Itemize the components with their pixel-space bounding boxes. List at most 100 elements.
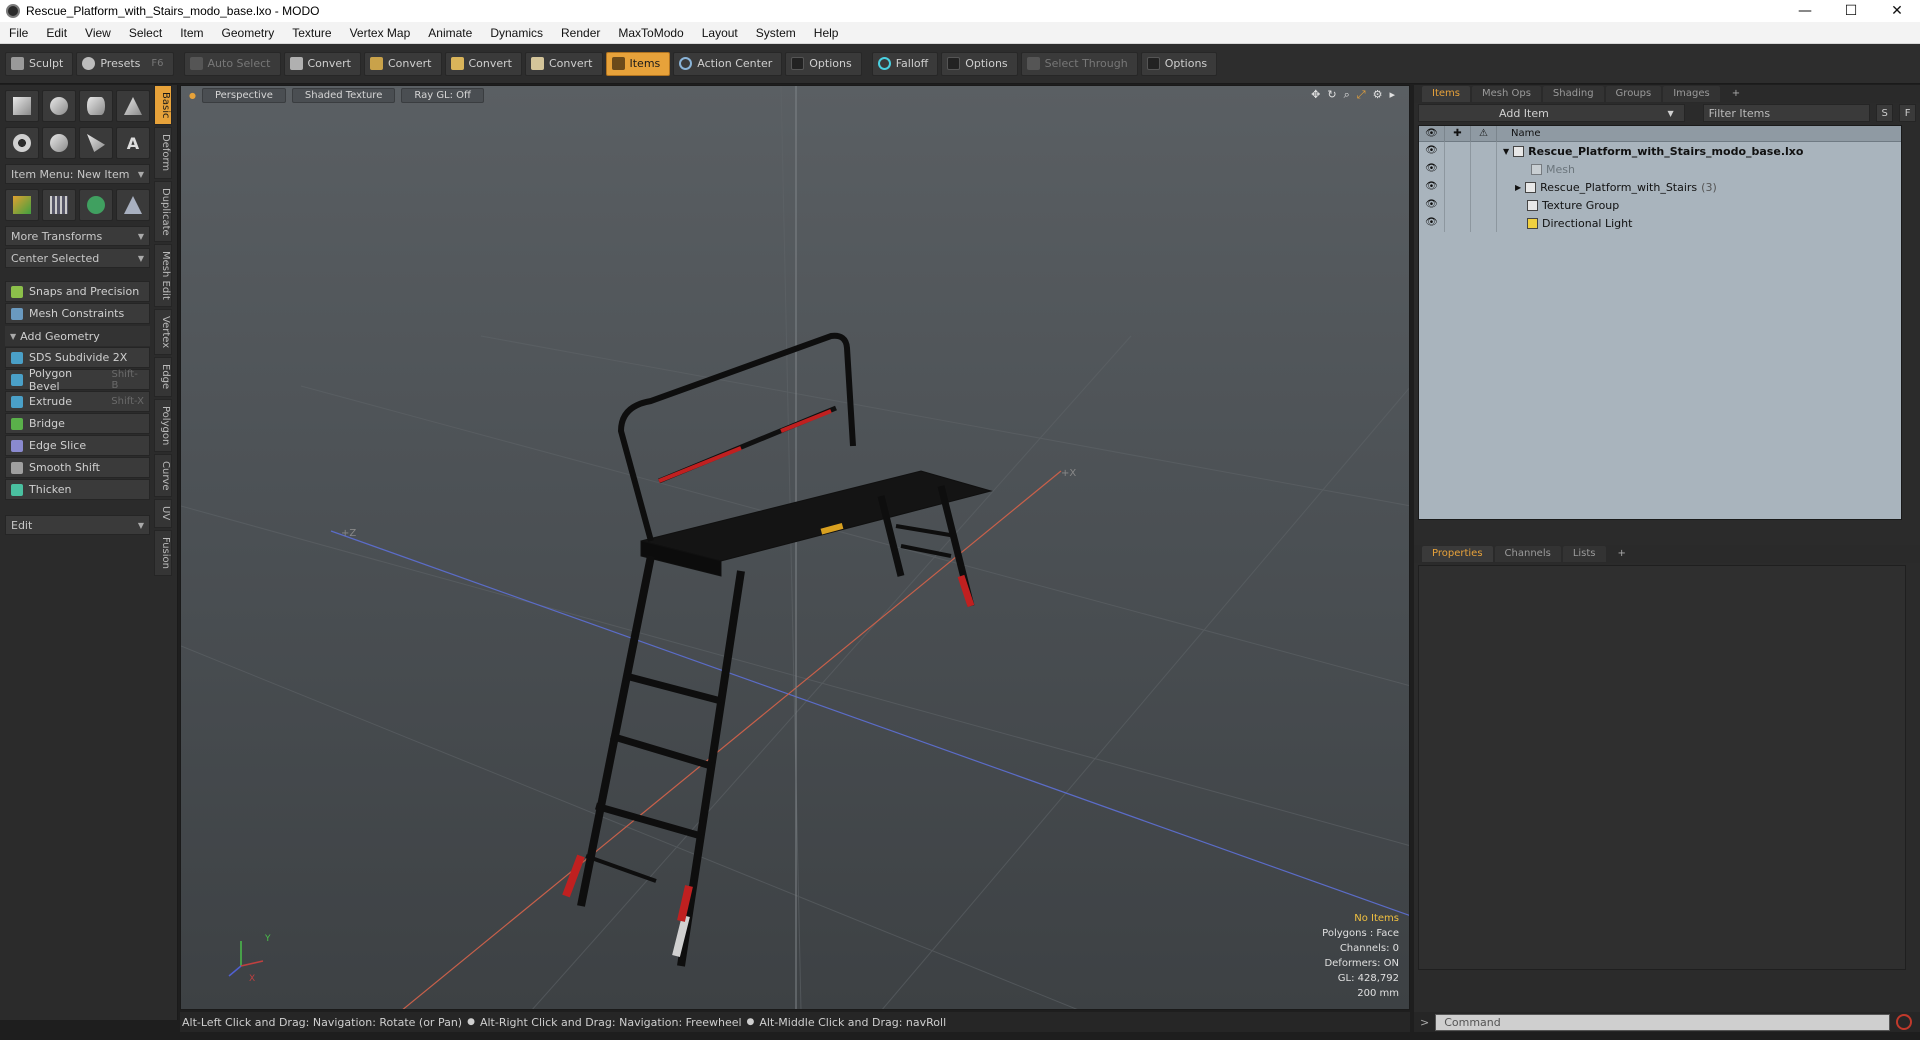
smooth-shift-button[interactable]: Smooth Shift bbox=[5, 457, 150, 478]
tab-basic[interactable]: Basic bbox=[154, 85, 172, 126]
visibility-column-icon[interactable]: 👁 bbox=[1419, 125, 1445, 142]
thicken-button[interactable]: Thicken bbox=[5, 479, 150, 500]
add-prop-tab-button[interactable]: + bbox=[1608, 546, 1636, 562]
menu-vertex-map[interactable]: Vertex Map bbox=[341, 22, 420, 44]
tab-edge[interactable]: Edge bbox=[154, 357, 172, 397]
table-row[interactable]: 👁 ▶ Rescue_Platform_with_Stairs (3) bbox=[1419, 178, 1901, 196]
table-row[interactable]: 👁 ▼ Rescue_Platform_with_Stairs_modo_base… bbox=[1419, 142, 1901, 160]
table-row[interactable]: 👁 Directional Light bbox=[1419, 214, 1901, 232]
pan-icon[interactable]: ✥ bbox=[1311, 88, 1320, 102]
select-through-options-button[interactable]: Options bbox=[1140, 51, 1218, 76]
pen-tool-button[interactable] bbox=[79, 127, 113, 159]
lock-column-icon[interactable]: ✚ bbox=[1445, 125, 1471, 142]
tab-shading[interactable]: Shading bbox=[1542, 86, 1604, 102]
polygon-bevel-button[interactable]: Polygon Bevel Shift-B bbox=[5, 367, 150, 393]
sds-subdivide-button[interactable]: SDS Subdivide 2X bbox=[5, 347, 150, 368]
tab-deform[interactable]: Deform bbox=[154, 127, 172, 179]
eye-icon[interactable]: 👁 bbox=[1419, 178, 1445, 196]
eye-icon[interactable]: 👁 bbox=[1419, 142, 1445, 160]
falloff-options-button[interactable]: Options bbox=[941, 51, 1018, 76]
tab-mesh-edit[interactable]: Mesh Edit bbox=[154, 244, 172, 308]
menu-select[interactable]: Select bbox=[120, 22, 171, 44]
eye-icon[interactable]: 👁 bbox=[1419, 196, 1445, 214]
eye-icon[interactable]: 👁 bbox=[1419, 160, 1445, 178]
tab-images[interactable]: Images bbox=[1663, 86, 1720, 102]
menu-geometry[interactable]: Geometry bbox=[213, 22, 284, 44]
tab-lists[interactable]: Lists bbox=[1562, 546, 1606, 562]
snaps-precision-button[interactable]: Snaps and Precision bbox=[5, 281, 150, 302]
3d-viewport[interactable]: +Z +X Y X ● Perspective Shaded Texture R… bbox=[180, 85, 1410, 1010]
menu-help[interactable]: Help bbox=[805, 22, 848, 44]
name-column-header[interactable]: Name bbox=[1497, 128, 1541, 139]
command-input[interactable]: Command bbox=[1435, 1013, 1891, 1031]
menu-system[interactable]: System bbox=[747, 22, 805, 44]
item-list[interactable]: 👁 ✚ ⚠ Name 👁 ▼ Rescue_Platform_with_Stair… bbox=[1418, 125, 1902, 520]
auto-select-button[interactable]: Auto Select bbox=[183, 51, 281, 76]
action-center-options-button[interactable]: Options bbox=[785, 51, 862, 76]
sculpt-button[interactable]: Sculpt bbox=[5, 51, 74, 76]
tab-curve[interactable]: Curve bbox=[154, 453, 172, 498]
select-through-button[interactable]: Select Through bbox=[1020, 51, 1138, 76]
rotate-icon[interactable]: ↻ bbox=[1327, 88, 1336, 102]
table-row[interactable]: 👁 Texture Group bbox=[1419, 196, 1901, 214]
expander-icon[interactable]: ▼ bbox=[1503, 147, 1509, 156]
menu-layout[interactable]: Layout bbox=[693, 22, 747, 44]
capsule-tool-button[interactable] bbox=[42, 127, 76, 159]
more-transforms-dropdown[interactable]: More Transforms ▼ bbox=[5, 226, 150, 246]
perspective-button[interactable]: Perspective bbox=[201, 87, 286, 103]
add-tab-button[interactable]: + bbox=[1722, 86, 1750, 102]
tab-items[interactable]: Items bbox=[1422, 86, 1470, 102]
expander-icon[interactable]: ▶ bbox=[1515, 183, 1521, 192]
fit-icon[interactable]: ⤢ bbox=[1357, 88, 1366, 102]
convert-materials-button[interactable]: Convert bbox=[525, 51, 603, 76]
record-macro-icon[interactable] bbox=[1896, 1014, 1913, 1030]
transform-tool-button[interactable] bbox=[5, 189, 39, 221]
gear-icon[interactable]: ⚙ bbox=[1373, 88, 1383, 102]
cylinder-tool-button[interactable] bbox=[79, 90, 113, 122]
maximize-button[interactable]: ☐ bbox=[1828, 0, 1874, 22]
table-row[interactable]: 👁 Mesh bbox=[1419, 160, 1901, 178]
globe-tool-button[interactable] bbox=[79, 189, 113, 221]
menu-animate[interactable]: Animate bbox=[419, 22, 481, 44]
presets-button[interactable]: Presets F6 bbox=[76, 51, 174, 76]
edge-slice-button[interactable]: Edge Slice bbox=[5, 435, 150, 456]
add-item-dropdown[interactable]: Add Item ▼ bbox=[1418, 104, 1685, 122]
filter-f-button[interactable]: F bbox=[1899, 104, 1916, 122]
menu-edit[interactable]: Edit bbox=[37, 22, 76, 44]
item-menu-dropdown[interactable]: Item Menu: New Item ▼ bbox=[5, 164, 150, 184]
extrude-button[interactable]: Extrude Shift-X bbox=[5, 391, 150, 412]
zoom-icon[interactable]: ⌕ bbox=[1344, 88, 1350, 102]
filter-s-button[interactable]: S bbox=[1876, 104, 1894, 122]
minimize-button[interactable]: — bbox=[1782, 0, 1828, 22]
expand-icon[interactable]: ▸ bbox=[1389, 88, 1395, 102]
render-column-icon[interactable]: ⚠ bbox=[1471, 125, 1497, 142]
viewport-menu-icon[interactable]: ● bbox=[189, 91, 196, 100]
cone-tool-button[interactable] bbox=[116, 90, 150, 122]
action-center-button[interactable]: Action Center bbox=[673, 51, 783, 76]
grid-tool-button[interactable] bbox=[42, 189, 76, 221]
tab-mesh-ops[interactable]: Mesh Ops bbox=[1471, 86, 1541, 102]
tab-groups[interactable]: Groups bbox=[1605, 86, 1662, 102]
convert-edges-button[interactable]: Convert bbox=[364, 51, 442, 76]
bridge-button[interactable]: Bridge bbox=[5, 413, 150, 434]
filter-items-input[interactable]: Filter Items bbox=[1702, 104, 1871, 122]
tab-vertex[interactable]: Vertex bbox=[154, 309, 172, 356]
tab-duplicate[interactable]: Duplicate bbox=[154, 180, 172, 243]
menu-maxtomodo[interactable]: MaxToModo bbox=[609, 22, 692, 44]
close-button[interactable]: ✕ bbox=[1874, 0, 1920, 22]
menu-file[interactable]: File bbox=[0, 22, 37, 44]
torus-tool-button[interactable] bbox=[5, 127, 39, 159]
add-geometry-header[interactable]: ▼ Add Geometry bbox=[5, 326, 150, 346]
tab-fusion[interactable]: Fusion bbox=[154, 529, 172, 576]
menu-view[interactable]: View bbox=[76, 22, 120, 44]
center-selected-dropdown[interactable]: Center Selected ▼ bbox=[5, 248, 150, 268]
tab-channels[interactable]: Channels bbox=[1494, 546, 1561, 562]
edit-dropdown[interactable]: Edit ▼ bbox=[5, 515, 150, 535]
cube-tool-button[interactable] bbox=[5, 90, 39, 122]
text-tool-button[interactable]: A bbox=[116, 127, 150, 159]
sphere-tool-button[interactable] bbox=[42, 90, 76, 122]
mirror-tool-button[interactable] bbox=[116, 189, 150, 221]
mesh-constraints-button[interactable]: Mesh Constraints bbox=[5, 303, 150, 324]
menu-texture[interactable]: Texture bbox=[283, 22, 340, 44]
menu-dynamics[interactable]: Dynamics bbox=[481, 22, 552, 44]
